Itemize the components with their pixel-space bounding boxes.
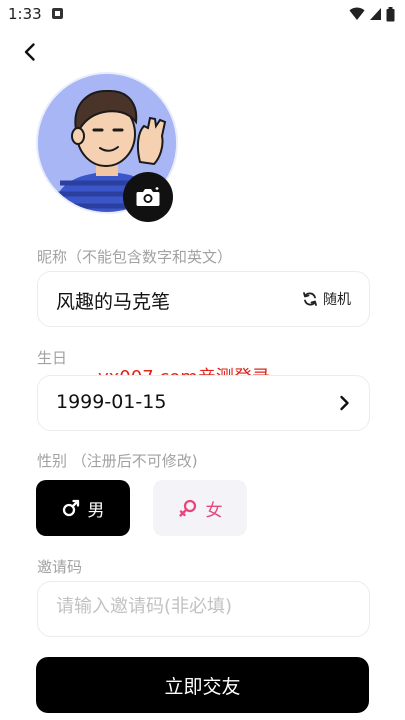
change-avatar-button[interactable]	[123, 172, 173, 222]
female-icon	[178, 499, 196, 517]
gender-male-label: 男	[87, 500, 105, 521]
birthday-field[interactable]: 1999-01-15	[37, 375, 370, 431]
random-nickname-button[interactable]: 随机	[302, 289, 351, 309]
camera-icon	[136, 187, 160, 206]
status-icons	[349, 6, 395, 22]
notification-icon	[52, 8, 63, 19]
random-label: 随机	[323, 292, 351, 308]
chevron-right-icon	[340, 395, 349, 411]
invite-code-label: 邀请码	[37, 558, 83, 576]
nickname-field[interactable]: 风趣的马克笔 随机	[37, 271, 370, 327]
birthday-value: 1999-01-15	[56, 391, 167, 413]
gender-male-button[interactable]: 男	[36, 480, 130, 536]
gender-label: 性别 （注册后不可修改)	[37, 452, 198, 470]
nickname-value: 风趣的马克笔	[56, 291, 171, 313]
chevron-left-icon	[24, 43, 35, 61]
invite-code-input[interactable]	[56, 596, 346, 617]
status-bar: 1:33	[0, 0, 405, 28]
birthday-label: 生日	[37, 349, 68, 367]
nickname-label: 昵称（不能包含数字和英文）	[37, 248, 233, 266]
wifi-icon	[349, 7, 365, 20]
male-icon	[62, 499, 79, 517]
invite-code-field[interactable]	[37, 581, 370, 637]
battery-icon	[386, 6, 395, 21]
status-time: 1:33	[8, 5, 42, 23]
back-button[interactable]	[18, 40, 42, 64]
gender-female-label: 女	[205, 500, 223, 521]
refresh-icon	[303, 292, 317, 306]
gender-female-button[interactable]: 女	[153, 480, 247, 536]
cellular-signal-icon	[370, 8, 381, 20]
submit-button[interactable]: 立即交友	[36, 657, 369, 713]
